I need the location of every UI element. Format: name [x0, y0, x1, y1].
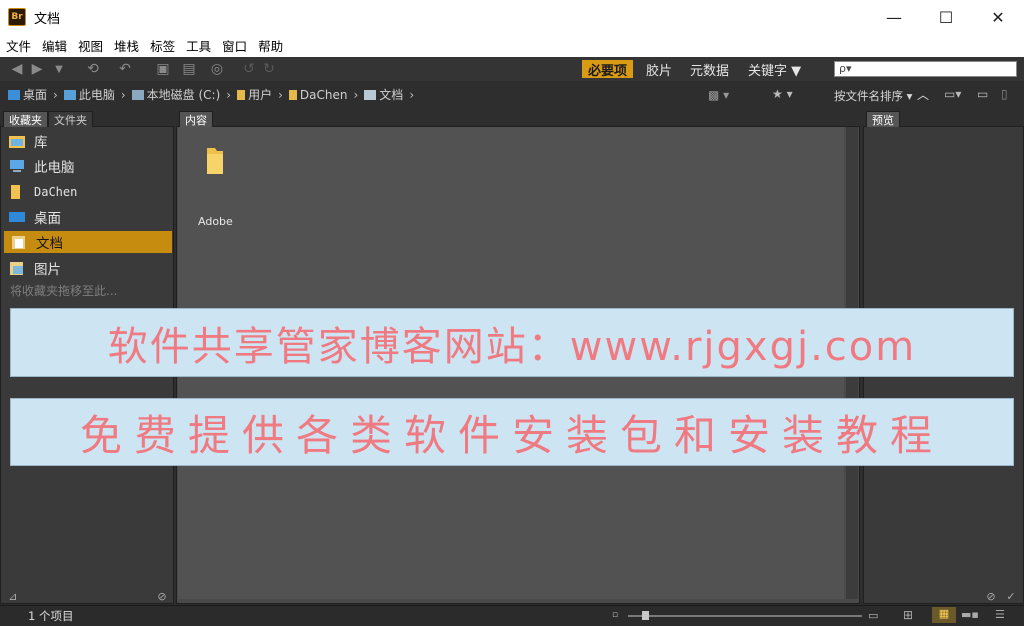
no-entry-icon[interactable]: ⊘: [984, 590, 998, 604]
computer-icon: [63, 89, 76, 100]
favorite-item-dachen[interactable]: DaChen: [8, 181, 77, 203]
camera-import-icon[interactable]: ▣: [154, 61, 172, 77]
content-item-label[interactable]: Adobe: [198, 215, 233, 228]
menu-file[interactable]: 文件: [6, 36, 31, 55]
favorite-label: 桌面: [34, 211, 61, 227]
menu-edit[interactable]: 编辑: [42, 36, 67, 55]
no-entry-icon[interactable]: ⊘: [155, 590, 169, 604]
history-dropdown-icon[interactable]: ▼: [50, 64, 68, 75]
menu-label[interactable]: 标签: [150, 36, 175, 55]
tab-folders[interactable]: 文件夹: [48, 111, 93, 127]
item-count: 1 个项目: [28, 609, 74, 623]
favorite-item-pictures[interactable]: 图片: [8, 257, 61, 279]
documents-icon: [12, 236, 25, 249]
window-title: 文档: [34, 11, 61, 27]
favorite-item-library[interactable]: 库: [8, 130, 48, 152]
open-recent-folder-icon[interactable]: ▭▾: [944, 87, 961, 101]
breadcrumb-documents[interactable]: 文档: [379, 86, 403, 103]
sort-dropdown[interactable]: 按文件名排序 ▾: [834, 88, 912, 104]
list-view-icon[interactable]: ☰: [995, 608, 1005, 621]
workspace-keywords[interactable]: 关键字 ▼: [748, 60, 801, 79]
reveal-recent-icon[interactable]: ⟲: [84, 61, 102, 77]
workspace-metadata[interactable]: 元数据: [690, 60, 729, 79]
output-icon[interactable]: ▤: [180, 61, 198, 77]
details-view-icon[interactable]: ▬▪: [961, 608, 979, 621]
close-button[interactable]: ✕: [972, 0, 1024, 34]
menu-bar: 文件 编辑 视图 堆栈 标签 工具 窗口 帮助: [0, 34, 1024, 57]
desktop-icon: [9, 212, 25, 222]
refine-icon[interactable]: ◎: [208, 61, 226, 77]
breadcrumb-desktop[interactable]: 桌面: [23, 86, 47, 103]
documents-icon: [364, 89, 377, 100]
workspace-filmstrip[interactable]: 胶片: [646, 60, 672, 79]
title-bar: Br 文档 — ☐ ✕: [0, 0, 1024, 34]
rotate-left-icon[interactable]: ↺: [240, 61, 258, 77]
tab-favorites[interactable]: 收藏夹: [3, 111, 48, 127]
pin-icon[interactable]: ⊿: [6, 590, 20, 604]
rotate-right-icon[interactable]: ↻: [260, 61, 278, 77]
thumbnail-view-icon[interactable]: ▦: [932, 607, 956, 623]
tab-preview[interactable]: 预览: [866, 111, 900, 127]
delete-icon[interactable]: ▯: [1001, 87, 1008, 101]
menu-view[interactable]: 视图: [78, 36, 103, 55]
back-arrow-icon[interactable]: ◀: [8, 61, 26, 77]
maximize-button[interactable]: ☐: [920, 0, 972, 34]
tab-content[interactable]: 内容: [179, 111, 213, 127]
zoom-in-icon[interactable]: ▭: [868, 609, 878, 622]
folder-icon: [237, 89, 246, 100]
return-to-app-icon[interactable]: ↶: [116, 61, 134, 77]
menu-help[interactable]: 帮助: [258, 36, 283, 55]
minimize-button[interactable]: —: [868, 0, 920, 34]
forward-arrow-icon[interactable]: ▶: [28, 61, 46, 77]
favorite-label: 文档: [36, 236, 63, 252]
favorite-label: 库: [34, 135, 48, 151]
quality-options-icon[interactable]: ▩ ▾: [708, 88, 729, 102]
breadcrumb-dachen[interactable]: DaChen: [300, 88, 348, 102]
breadcrumb-users[interactable]: 用户: [248, 86, 272, 103]
favorite-item-desktop[interactable]: 桌面: [8, 206, 61, 228]
watermark-banner-line2: 免费提供各类软件安装包和安装教程: [10, 398, 1014, 466]
favorites-drop-hint: 将收藏夹拖移至此...: [10, 284, 118, 298]
folder-icon[interactable]: [205, 146, 225, 176]
zoom-out-icon[interactable]: ▫: [612, 610, 618, 620]
user-folder-icon: [11, 185, 20, 199]
desktop-icon: [8, 89, 20, 100]
new-folder-icon[interactable]: ▭: [977, 87, 988, 101]
bridge-app-icon: Br: [8, 8, 26, 26]
favorite-label: 此电脑: [34, 160, 75, 176]
menu-stacks[interactable]: 堆栈: [114, 36, 139, 55]
sort-ascending-icon[interactable]: ︿: [917, 86, 929, 103]
watermark-banner-line1: 软件共享管家博客网站：www.rjgxgj.com: [10, 308, 1014, 377]
computer-icon: [10, 160, 24, 172]
favorite-label: 图片: [34, 262, 61, 278]
search-input[interactable]: ρ▾: [834, 61, 1017, 77]
favorite-item-documents[interactable]: 文档: [4, 231, 172, 253]
check-icon[interactable]: ✓: [1004, 590, 1018, 604]
menu-tools[interactable]: 工具: [186, 36, 211, 55]
folder-icon: [288, 89, 297, 100]
library-icon: [9, 136, 25, 148]
favorite-label: DaChen: [34, 185, 78, 199]
workspace-essentials[interactable]: 必要项: [582, 60, 634, 79]
star-filter-icon[interactable]: ★ ▾: [772, 87, 793, 101]
favorite-item-this-pc[interactable]: 此电脑: [8, 155, 75, 177]
thumbnail-size-slider[interactable]: [628, 615, 862, 617]
slider-handle[interactable]: [642, 611, 650, 620]
breadcrumb-local-disk[interactable]: 本地磁盘 (C:): [147, 86, 221, 103]
breadcrumb-this-pc[interactable]: 此电脑: [79, 86, 115, 103]
pictures-icon: [10, 262, 23, 275]
menu-window[interactable]: 窗口: [222, 36, 247, 55]
disk-icon: [131, 89, 144, 100]
grid-view-icon[interactable]: ⊞: [903, 608, 913, 622]
